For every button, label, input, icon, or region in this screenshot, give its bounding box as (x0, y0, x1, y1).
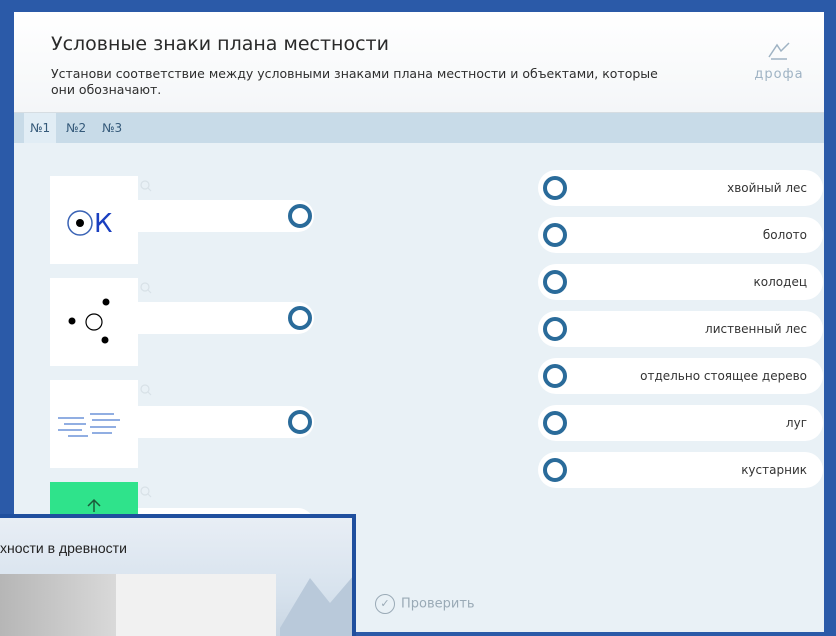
answer-item-5[interactable]: отдельно стоящее дерево (538, 358, 823, 394)
connector-dot-right-6[interactable] (543, 411, 567, 435)
answer-label: колодец (753, 275, 807, 289)
background-window[interactable]: хности в древности (0, 514, 356, 636)
connector-dot-left-1[interactable] (288, 204, 312, 228)
zoom-icon[interactable] (140, 282, 152, 294)
background-window-image (0, 574, 118, 636)
connector-dot-right-5[interactable] (543, 364, 567, 388)
separate-tree-symbol-icon (68, 298, 110, 344)
zoom-icon[interactable] (140, 384, 152, 396)
connector-dot-left-2[interactable] (288, 306, 312, 330)
well-symbol-icon: К (67, 209, 112, 239)
answer-label: хвойный лес (727, 181, 807, 195)
publisher-logo: дрофа (749, 39, 809, 83)
match-slot-2 (138, 302, 314, 334)
answer-item-2[interactable]: болото (538, 217, 823, 253)
connector-dot-right-3[interactable] (543, 270, 567, 294)
answer-item-3[interactable]: колодец (538, 264, 823, 300)
connector-dot-right-7[interactable] (543, 458, 567, 482)
connector-dot-right-4[interactable] (543, 317, 567, 341)
answer-label: отдельно стоящее дерево (640, 369, 807, 383)
tab-3[interactable]: №3 (96, 113, 128, 143)
meadow-symbol-icon (58, 413, 120, 437)
answer-item-7[interactable]: кустарник (538, 452, 823, 488)
match-slot-1 (138, 200, 314, 232)
answer-label: лиственный лес (705, 322, 807, 336)
task-header: Условные знаки плана местности Установи … (14, 12, 824, 113)
match-slot-3 (138, 406, 314, 438)
connector-dot-left-3[interactable] (288, 410, 312, 434)
zoom-icon[interactable] (140, 180, 152, 192)
connector-dot-right-1[interactable] (543, 176, 567, 200)
symbol-card-3[interactable] (50, 380, 152, 468)
answer-item-4[interactable]: лиственный лес (538, 311, 823, 347)
answer-label: кустарник (741, 463, 807, 477)
symbol-card-1[interactable]: К (50, 176, 152, 264)
task-instructions: Установи соответствие между условными зн… (51, 66, 658, 97)
background-window-title: хности в древности (0, 540, 127, 556)
well-symbol-letter: К (94, 209, 112, 239)
answer-item-1[interactable]: хвойный лес (538, 170, 823, 206)
zoom-icon[interactable] (140, 486, 152, 498)
tab-bar: №1 №2 №3 (14, 113, 824, 143)
symbol-card-2[interactable] (50, 278, 152, 366)
tab-1[interactable]: №1 (24, 113, 57, 143)
check-button-label: Проверить (401, 596, 475, 612)
logo-emblem-icon (768, 42, 790, 60)
tab-2[interactable]: №2 (60, 113, 92, 143)
answer-label: болото (762, 228, 807, 242)
logo-text: дрофа (754, 67, 804, 82)
background-window-panel (116, 574, 276, 636)
background-window-content: хности в древности (0, 518, 352, 636)
answer-item-6[interactable]: луг (538, 405, 823, 441)
answer-label: луг (785, 416, 807, 430)
task-title: Условные знаки плана местности (51, 33, 389, 55)
connector-dot-right-2[interactable] (543, 223, 567, 247)
checkmark-icon: ✓ (375, 594, 395, 614)
check-button[interactable]: ✓ Проверить (375, 594, 475, 614)
mountain-illustration (280, 577, 352, 636)
